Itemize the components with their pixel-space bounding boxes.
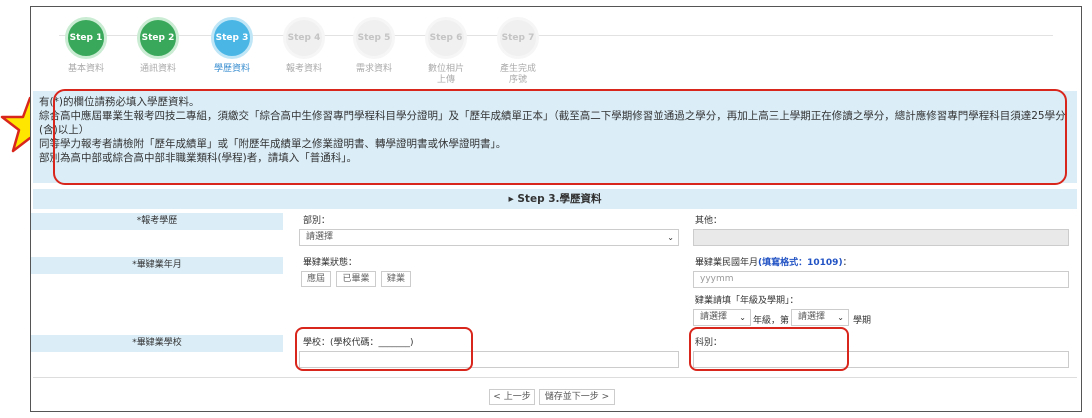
form-frame: Step 1 基本資料 Step 2 通訊資料 Step 3 學歷資料 Step… <box>30 6 1082 412</box>
step-2[interactable]: Step 2 通訊資料 <box>123 17 193 75</box>
step-5[interactable]: Step 5 需求資料 <box>339 17 409 75</box>
step-3-badge: Step 3 <box>211 17 253 59</box>
step-7[interactable]: Step 7 產生完成 序號 <box>483 17 553 86</box>
division-select-value: 請選擇 <box>306 232 334 242</box>
step-progress: Step 1 基本資料 Step 2 通訊資料 Step 3 學歷資料 Step… <box>31 7 1081 87</box>
section-header: ▸ Step 3.學歷資料 <box>33 189 1077 209</box>
step-3-label: 學歷資料 <box>213 64 250 74</box>
status-current-button[interactable]: 應屆 <box>301 271 331 287</box>
step-6-badge: Step 6 <box>425 17 467 59</box>
step-1-label: 基本資料 <box>67 64 104 74</box>
step-2-label: 通訊資料 <box>139 64 176 74</box>
grade-select[interactable]: 請選擇 ⌄ <box>693 309 751 326</box>
graduation-date-label: *畢肄業年月 <box>31 257 283 274</box>
term-text: 學期 <box>853 316 872 326</box>
status-dropout-button[interactable]: 肄業 <box>381 271 411 287</box>
step-4-label: 報考資料 <box>285 64 322 74</box>
step-2-badge: Step 2 <box>137 17 179 59</box>
grade-text: 年級，第 <box>753 316 790 326</box>
division-label: 部別： <box>303 216 331 226</box>
prev-button[interactable]: < 上一步 <box>489 389 535 405</box>
grade-select-value: 請選擇 <box>700 312 728 322</box>
step-5-badge: Step 5 <box>353 17 395 59</box>
exam-education-label: *報考學歷 <box>31 213 283 230</box>
step-5-label: 需求資料 <box>355 64 392 74</box>
grad-date-input[interactable]: yyymm <box>693 271 1069 288</box>
grad-date-label-prefix: 畢肄業民國年月 <box>695 258 759 268</box>
status-graduated-button[interactable]: 已畢業 <box>336 271 376 287</box>
save-next-button[interactable]: 儲存並下一步 > <box>539 389 615 405</box>
chevron-down-icon: ⌄ <box>837 313 844 322</box>
step-1[interactable]: Step 1 基本資料 <box>51 17 121 75</box>
step-6[interactable]: Step 6 數位相片 上傳 <box>411 17 481 86</box>
status-label: 畢肄業狀態： <box>303 258 358 268</box>
grad-date-placeholder: yyymm <box>700 274 734 284</box>
chevron-down-icon: ⌄ <box>739 313 746 322</box>
step-6-label: 數位相片 上傳 <box>427 64 464 85</box>
notice-highlight <box>53 89 1067 185</box>
step-7-badge: Step 7 <box>497 17 539 59</box>
other-label: 其他： <box>695 216 723 226</box>
chevron-down-icon: ⌄ <box>667 233 674 242</box>
divider <box>33 377 1077 378</box>
grad-date-format-hint: (填寫格式：10109) <box>758 258 843 268</box>
school-row-label: *畢肄業學校 <box>31 335 283 352</box>
division-select[interactable]: 請選擇 ⌄ <box>299 229 679 246</box>
term-select[interactable]: 請選擇 ⌄ <box>791 309 849 326</box>
dropout-term-label: 肄業請填「年級及學期」： <box>695 296 799 306</box>
step-4[interactable]: Step 4 報考資料 <box>269 17 339 75</box>
step-4-badge: Step 4 <box>283 17 325 59</box>
other-input[interactable] <box>693 229 1069 246</box>
term-select-value: 請選擇 <box>798 312 826 322</box>
step-1-badge: Step 1 <box>65 17 107 59</box>
grad-date-field-label: 畢肄業民國年月(填寫格式：10109)： <box>695 255 852 268</box>
step-3[interactable]: Step 3 學歷資料 <box>197 17 267 75</box>
step-7-label: 產生完成 序號 <box>499 64 536 85</box>
department-highlight <box>689 327 849 371</box>
school-highlight <box>295 327 473 371</box>
grad-date-label-suffix: ： <box>842 258 852 268</box>
